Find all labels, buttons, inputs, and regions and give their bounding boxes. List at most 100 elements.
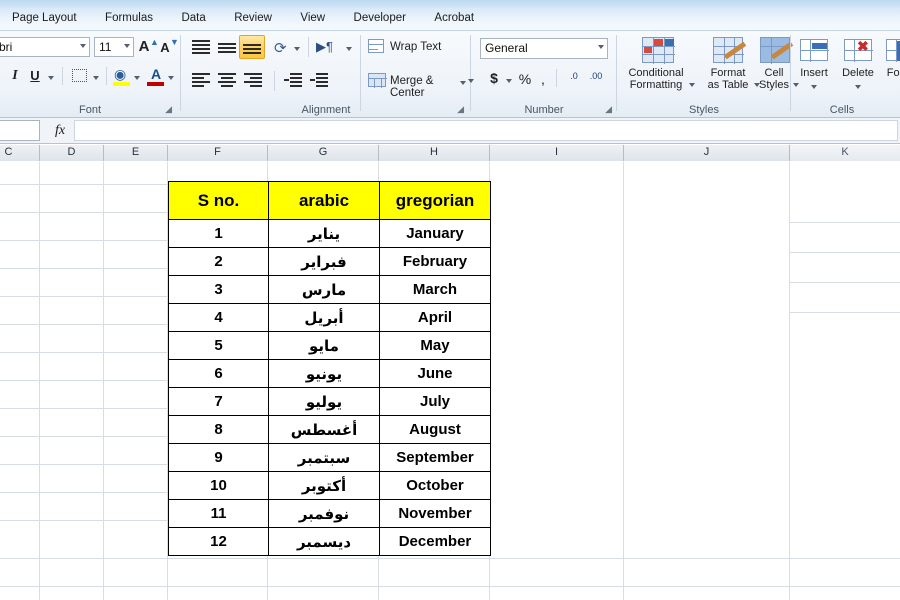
cell-arabic[interactable]: نوفمبر: [268, 499, 380, 528]
format-cells-icon[interactable]: [886, 39, 900, 62]
cell-sno[interactable]: 9: [168, 443, 269, 472]
align-left-icon[interactable]: [192, 73, 210, 87]
orientation-chevron-down-icon[interactable]: [294, 47, 300, 51]
cell-arabic[interactable]: مايو: [268, 331, 380, 360]
table-row[interactable]: 12 ديسمبر December: [168, 527, 491, 556]
orientation-icon[interactable]: ⟳: [274, 39, 287, 57]
table-row[interactable]: 1 يناير January: [168, 219, 491, 248]
table-row[interactable]: 9 سبتمبر September: [168, 443, 491, 472]
cell-gregorian[interactable]: July: [379, 387, 491, 416]
table-row[interactable]: 8 أغسطس August: [168, 415, 491, 444]
underline-chevron-down-icon[interactable]: [48, 76, 54, 80]
delete-cells-icon[interactable]: ✖: [844, 39, 873, 62]
table-row[interactable]: 10 أكتوبر October: [168, 471, 491, 500]
percent-format-icon[interactable]: %: [518, 72, 532, 86]
cell-styles-icon[interactable]: [760, 37, 794, 64]
cell-sno[interactable]: 4: [168, 303, 269, 332]
top-align-icon[interactable]: [192, 40, 210, 54]
table-row[interactable]: 6 يونيو June: [168, 359, 491, 388]
decrease-indent-icon[interactable]: [284, 73, 302, 87]
italic-button[interactable]: I: [8, 69, 22, 83]
font-dialog-launcher-icon[interactable]: ◢: [165, 104, 172, 115]
cell-gregorian[interactable]: September: [379, 443, 491, 472]
tab-developer[interactable]: Developer: [342, 8, 418, 30]
column-header-j[interactable]: J: [624, 145, 790, 161]
number-dialog-launcher-icon[interactable]: ◢: [605, 104, 612, 115]
underline-button[interactable]: U: [28, 69, 42, 82]
cell-gregorian[interactable]: May: [379, 331, 491, 360]
merge-center-label[interactable]: Merge & Center: [390, 75, 470, 99]
wrap-text-label[interactable]: Wrap Text: [390, 41, 441, 53]
cell-gregorian[interactable]: April: [379, 303, 491, 332]
cell-arabic[interactable]: سبتمبر: [268, 443, 380, 472]
align-center-icon[interactable]: [218, 73, 236, 87]
cell-sno[interactable]: 6: [168, 359, 269, 388]
cell-arabic[interactable]: يناير: [268, 219, 380, 248]
column-header-i[interactable]: I: [490, 145, 624, 161]
table-row[interactable]: 7 يوليو July: [168, 387, 491, 416]
cell-arabic[interactable]: أكتوبر: [268, 471, 380, 500]
cell-arabic[interactable]: ديسمبر: [268, 527, 380, 556]
cell-sno[interactable]: 2: [168, 247, 269, 276]
insert-cells-icon[interactable]: [800, 39, 829, 62]
cell-arabic[interactable]: أغسطس: [268, 415, 380, 444]
tab-view[interactable]: View: [288, 8, 337, 30]
wrap-text-icon[interactable]: [368, 39, 384, 53]
table-row[interactable]: 3 مارس March: [168, 275, 491, 304]
number-format-combo[interactable]: General: [480, 38, 608, 59]
middle-align-icon[interactable]: [218, 40, 236, 54]
cell-sno[interactable]: 7: [168, 387, 269, 416]
cell-gregorian[interactable]: December: [379, 527, 491, 556]
table-row[interactable]: 2 فبراير February: [168, 247, 491, 276]
delete-chevron-down-icon[interactable]: [855, 85, 861, 89]
cell-arabic[interactable]: يونيو: [268, 359, 380, 388]
borders-icon[interactable]: [72, 69, 87, 82]
borders-chevron-down-icon[interactable]: [93, 76, 99, 80]
column-header-d[interactable]: D: [40, 145, 104, 161]
months-table[interactable]: S no. arabic gregorian 1 يناير January 2…: [168, 181, 491, 556]
increase-decimal-icon[interactable]: .0: [564, 72, 584, 81]
cell-gregorian[interactable]: January: [379, 219, 491, 248]
cell-sno[interactable]: 5: [168, 331, 269, 360]
table-row[interactable]: 4 أبريل April: [168, 303, 491, 332]
cell-gregorian[interactable]: August: [379, 415, 491, 444]
cell-arabic[interactable]: مارس: [268, 275, 380, 304]
tab-data[interactable]: Data: [169, 8, 217, 30]
tab-page-layout[interactable]: Page Layout: [0, 8, 89, 30]
increase-indent-icon[interactable]: [310, 73, 328, 87]
comma-format-icon[interactable]: ,: [538, 72, 548, 86]
insert-function-icon[interactable]: fx: [48, 122, 72, 140]
merge-center-chevron-down-icon[interactable]: [460, 81, 466, 85]
text-direction-icon[interactable]: ▶¶: [316, 39, 333, 55]
conditional-formatting-chevron-down-icon[interactable]: [689, 83, 695, 87]
format-button[interactable]: For: [878, 67, 900, 79]
cell-arabic[interactable]: فبراير: [268, 247, 380, 276]
cell-gregorian[interactable]: March: [379, 275, 491, 304]
insert-button[interactable]: Insert: [792, 67, 836, 79]
accounting-format-icon[interactable]: $: [488, 71, 500, 85]
accounting-chevron-down-icon[interactable]: [506, 79, 512, 83]
cell-sno[interactable]: 3: [168, 275, 269, 304]
merge-center-icon[interactable]: [368, 73, 387, 88]
number-prev-chevron-icon[interactable]: [468, 79, 474, 83]
delete-button[interactable]: Delete: [836, 67, 880, 79]
table-row[interactable]: 11 نوفمبر November: [168, 499, 491, 528]
tab-formulas[interactable]: Formulas: [93, 8, 165, 30]
font-color-chevron-down-icon[interactable]: [168, 76, 174, 80]
cell-sno[interactable]: 10: [168, 471, 269, 500]
fill-color-icon[interactable]: ◉: [114, 66, 126, 83]
cell-gregorian[interactable]: June: [379, 359, 491, 388]
alignment-dialog-launcher-icon[interactable]: ◢: [457, 104, 464, 115]
cell-gregorian[interactable]: February: [379, 247, 491, 276]
text-direction-chevron-down-icon[interactable]: [346, 47, 352, 51]
conditional-formatting-icon[interactable]: [642, 37, 675, 64]
align-right-icon[interactable]: [244, 73, 262, 87]
bottom-align-icon[interactable]: [243, 42, 261, 56]
name-box[interactable]: [0, 120, 40, 141]
conditional-formatting-button[interactable]: Conditional Formatting: [618, 67, 694, 91]
column-header-e[interactable]: E: [104, 145, 168, 161]
column-header-h[interactable]: H: [379, 145, 490, 161]
grid-area[interactable]: S no. arabic gregorian 1 يناير January 2…: [0, 162, 900, 600]
insert-chevron-down-icon[interactable]: [811, 85, 817, 89]
tab-acrobat[interactable]: Acrobat: [422, 8, 486, 30]
